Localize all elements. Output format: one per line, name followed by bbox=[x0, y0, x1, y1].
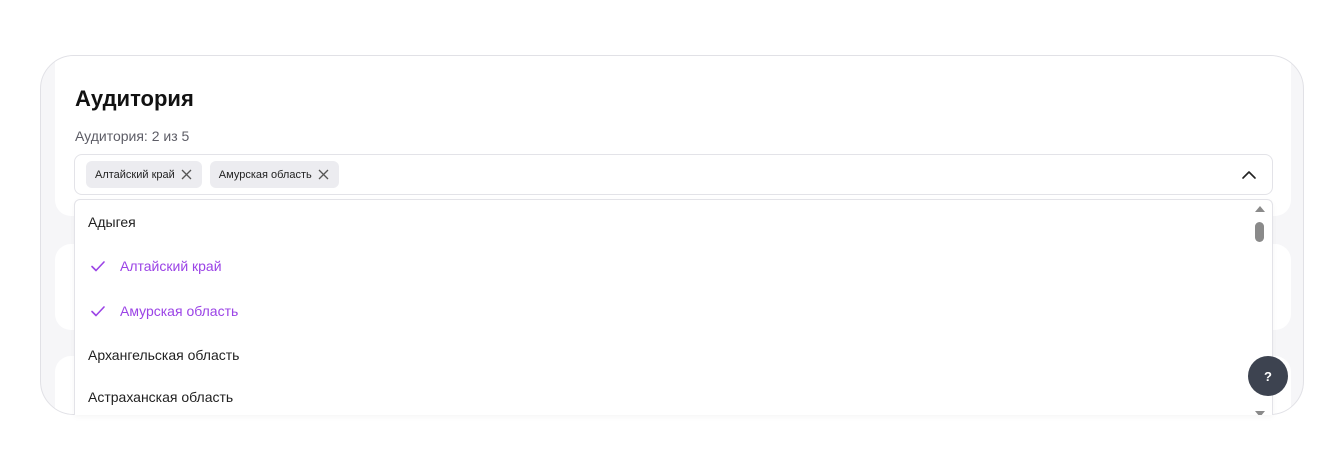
option-label: Алтайский край bbox=[120, 258, 222, 274]
chip-label: Амурская область bbox=[218, 168, 312, 181]
audience-multiselect[interactable]: Алтайский край Амурская область bbox=[74, 154, 1273, 195]
scroll-up-arrow[interactable] bbox=[1255, 206, 1265, 212]
option-label: Амурская область bbox=[120, 303, 239, 319]
selected-chip[interactable]: Амурская область bbox=[209, 161, 339, 188]
selected-chip[interactable]: Алтайский край bbox=[86, 161, 202, 188]
check-icon bbox=[91, 306, 105, 317]
option-label: Адыгея bbox=[88, 214, 136, 230]
option-item[interactable]: Амурская область bbox=[75, 291, 1255, 331]
option-item[interactable]: Архангельская область bbox=[75, 335, 1255, 375]
option-item[interactable]: Алтайский край bbox=[75, 246, 1255, 286]
option-item[interactable]: Астраханская область bbox=[75, 377, 1255, 415]
chip-label: Алтайский край bbox=[95, 168, 175, 181]
section-title: Аудитория bbox=[75, 86, 194, 111]
option-label: Архангельская область bbox=[88, 347, 240, 363]
chevron-up-icon[interactable] bbox=[1240, 166, 1258, 184]
check-icon bbox=[91, 261, 105, 272]
close-icon[interactable] bbox=[317, 168, 330, 181]
option-item[interactable]: Адыгея bbox=[75, 202, 1255, 242]
options-dropdown: Адыгея Алтайский край Амурская область А… bbox=[74, 199, 1273, 415]
scrollbar-thumb[interactable] bbox=[1255, 222, 1264, 242]
option-label: Астраханская область bbox=[88, 389, 234, 405]
close-icon[interactable] bbox=[180, 168, 193, 181]
scroll-down-arrow[interactable] bbox=[1255, 411, 1265, 415]
help-button[interactable]: ? bbox=[1248, 356, 1288, 396]
audience-counter: Аудитория: 2 из 5 bbox=[75, 128, 190, 144]
